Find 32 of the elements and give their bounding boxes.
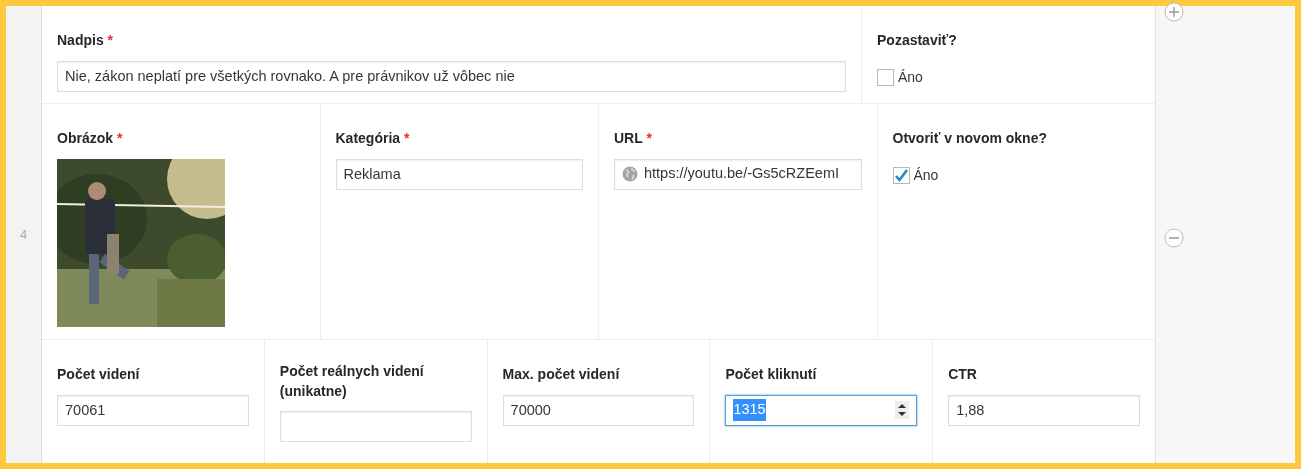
field-label: Nadpis	[57, 32, 104, 48]
required-mark: *	[116, 130, 123, 146]
checkbox-label: Áno	[898, 67, 923, 87]
required-mark: *	[403, 130, 410, 146]
field-label: Pozastaviť?	[877, 32, 957, 48]
spinner-icon[interactable]	[895, 401, 910, 420]
input-field[interactable]	[279, 411, 472, 443]
input-field[interactable]: Nie, zákon neplatí pre všetkých rovnako. A pre právnikov už vôbec nie	[57, 60, 846, 92]
add-icon[interactable]	[1164, 2, 1184, 22]
remove-icon[interactable]	[1164, 228, 1184, 248]
field-label: URL	[614, 130, 643, 146]
field-label: Obrázok	[57, 130, 113, 146]
input-field[interactable]: 1,88	[948, 394, 1140, 426]
required-mark: *	[107, 32, 114, 48]
checkbox[interactable]	[892, 166, 910, 184]
field-label: Otvoriť v novom okne?	[892, 130, 1047, 146]
field-label: Počet reálnych videní (unikatne)	[279, 363, 424, 399]
input-field[interactable]: Reklama	[335, 158, 583, 190]
input-field[interactable]: 70061	[57, 394, 249, 426]
required-mark: *	[646, 130, 652, 146]
url-text: https://youtu.be/-Gs5cRZEemI	[644, 164, 840, 184]
checkbox-label: Áno	[913, 165, 939, 185]
checkbox[interactable]	[877, 68, 894, 86]
field-label: Kategória	[335, 130, 401, 146]
input-field[interactable]: 70000	[502, 394, 695, 426]
globe-icon	[622, 166, 638, 183]
field-label: Max. počet videní	[502, 366, 620, 382]
url-field[interactable]: https://youtu.be/-Gs5cRZEemI	[614, 158, 862, 190]
field-label: Počet kliknutí	[725, 366, 817, 382]
field-label: Počet videní	[57, 366, 140, 382]
field-label: CTR	[948, 366, 977, 382]
row-number: 4	[19, 225, 28, 244]
